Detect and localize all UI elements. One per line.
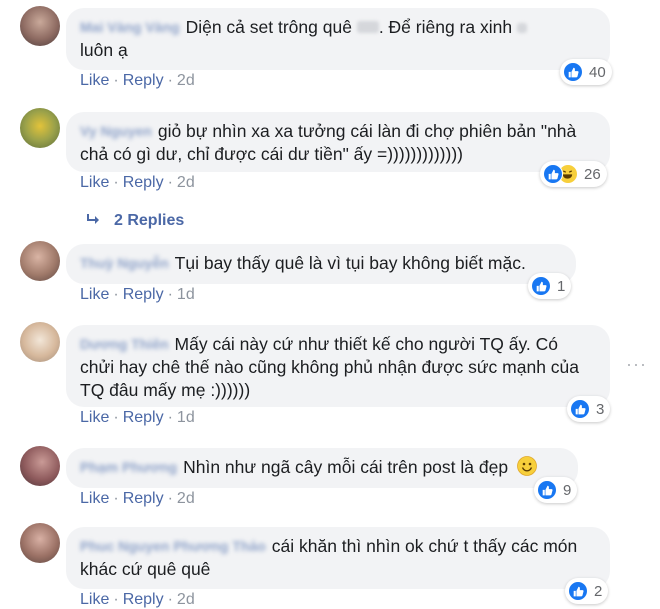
like-reaction-icon xyxy=(543,164,563,184)
comment-text: giỏ bự nhìn xa xa tưởng cái làn đi chợ p… xyxy=(80,121,577,164)
reaction-count: 1 xyxy=(557,277,566,295)
avatar[interactable] xyxy=(20,108,60,148)
comment-actions: Like · Reply · 2d xyxy=(80,490,195,507)
redacted-word xyxy=(356,21,379,33)
like-link[interactable]: Like xyxy=(80,591,109,608)
comment-time[interactable]: 2d xyxy=(177,72,195,89)
avatar[interactable] xyxy=(20,6,60,46)
like-link[interactable]: Like xyxy=(80,286,109,303)
comment-actions: Like · Reply · 1d xyxy=(80,409,195,426)
like-reaction-icon xyxy=(570,399,590,419)
avatar[interactable] xyxy=(20,322,60,362)
reply-link[interactable]: Reply xyxy=(123,490,164,507)
reply-link[interactable]: Reply xyxy=(123,409,164,426)
like-reaction-icon xyxy=(568,581,588,601)
comment-bubble: Phuc Nguyen Phương Thảo cái khăn thì nhìn… xyxy=(66,527,610,589)
like-link[interactable]: Like xyxy=(80,409,109,426)
comment-time[interactable]: 2d xyxy=(177,591,195,608)
avatar[interactable] xyxy=(20,523,60,563)
avatar[interactable] xyxy=(20,446,60,486)
replies-label: 2 Replies xyxy=(114,212,185,229)
comment-time[interactable]: 2d xyxy=(177,490,195,507)
like-link[interactable]: Like xyxy=(80,490,109,507)
reply-link[interactable]: Reply xyxy=(123,72,164,89)
reaction-summary[interactable]: 40 xyxy=(560,59,612,85)
comment-actions: Like · Reply · 1d xyxy=(80,286,195,303)
like-link[interactable]: Like xyxy=(80,174,109,191)
reaction-summary[interactable]: 2 xyxy=(565,578,609,604)
redacted-word xyxy=(516,23,527,33)
reaction-count: 40 xyxy=(589,63,606,81)
reaction-count: 2 xyxy=(594,582,603,600)
reaction-count: 9 xyxy=(563,481,572,499)
comment-bubble: Mai Vàng Vàng Diện cả set trông quê . Để … xyxy=(66,8,610,70)
comment-text: Tụi bay thấy quê là vì tụi bay không biế… xyxy=(174,253,526,273)
reply-link[interactable]: Reply xyxy=(123,591,164,608)
reaction-summary[interactable]: 3 xyxy=(567,396,611,422)
like-reaction-icon xyxy=(563,62,583,82)
comment-time[interactable]: 1d xyxy=(177,409,195,426)
smiley-emoji-icon xyxy=(517,456,537,476)
comment-author[interactable]: Vy Nguyen xyxy=(80,120,152,143)
comment-author[interactable]: Phuc Nguyen Phương Thảo xyxy=(80,535,266,558)
comment-actions: Like · Reply · 2d xyxy=(80,591,195,608)
comment-author[interactable]: Phạm Phương xyxy=(80,456,177,479)
comment-time[interactable]: 1d xyxy=(177,286,195,303)
reply-link[interactable]: Reply xyxy=(123,174,164,191)
reaction-count: 3 xyxy=(596,400,605,418)
like-reaction-icon xyxy=(537,480,557,500)
reaction-summary[interactable]: 26 xyxy=(540,161,607,187)
comment-author[interactable]: Mai Vàng Vàng xyxy=(80,16,180,39)
like-link[interactable]: Like xyxy=(80,72,109,89)
like-reaction-icon xyxy=(531,276,551,296)
comment-bubble: Vy Nguyen giỏ bự nhìn xa xa tưởng cái làn… xyxy=(66,112,610,172)
comment-author[interactable]: Dương Thiên xyxy=(80,333,169,356)
view-replies-link[interactable]: 2 Replies xyxy=(86,212,184,230)
comment-time[interactable]: 2d xyxy=(177,174,195,191)
comment-bubble: Dương Thiên Mấy cái này cứ như thiết kế c… xyxy=(66,325,610,407)
comment-text: Nhìn như ngã cây mỗi cái trên post là đẹ… xyxy=(183,457,509,477)
reply-link[interactable]: Reply xyxy=(123,286,164,303)
comment-actions: Like · Reply · 2d xyxy=(80,72,195,89)
reaction-count: 26 xyxy=(584,165,601,183)
avatar[interactable] xyxy=(20,241,60,281)
comment-actions: Like · Reply · 2d xyxy=(80,174,195,191)
reply-arrow-icon xyxy=(87,214,99,224)
reaction-summary[interactable]: 9 xyxy=(534,477,578,503)
comment-bubble: Phạm Phương Nhìn như ngã cây mỗi cái trên… xyxy=(66,448,578,488)
comment-bubble: Thuỳ Nguyễn Tụi bay thấy quê là vì tụi ba… xyxy=(66,244,576,284)
more-options-icon[interactable]: ··· xyxy=(626,354,647,375)
comment-author[interactable]: Thuỳ Nguyễn xyxy=(80,252,169,275)
reaction-summary[interactable]: 1 xyxy=(528,273,572,299)
